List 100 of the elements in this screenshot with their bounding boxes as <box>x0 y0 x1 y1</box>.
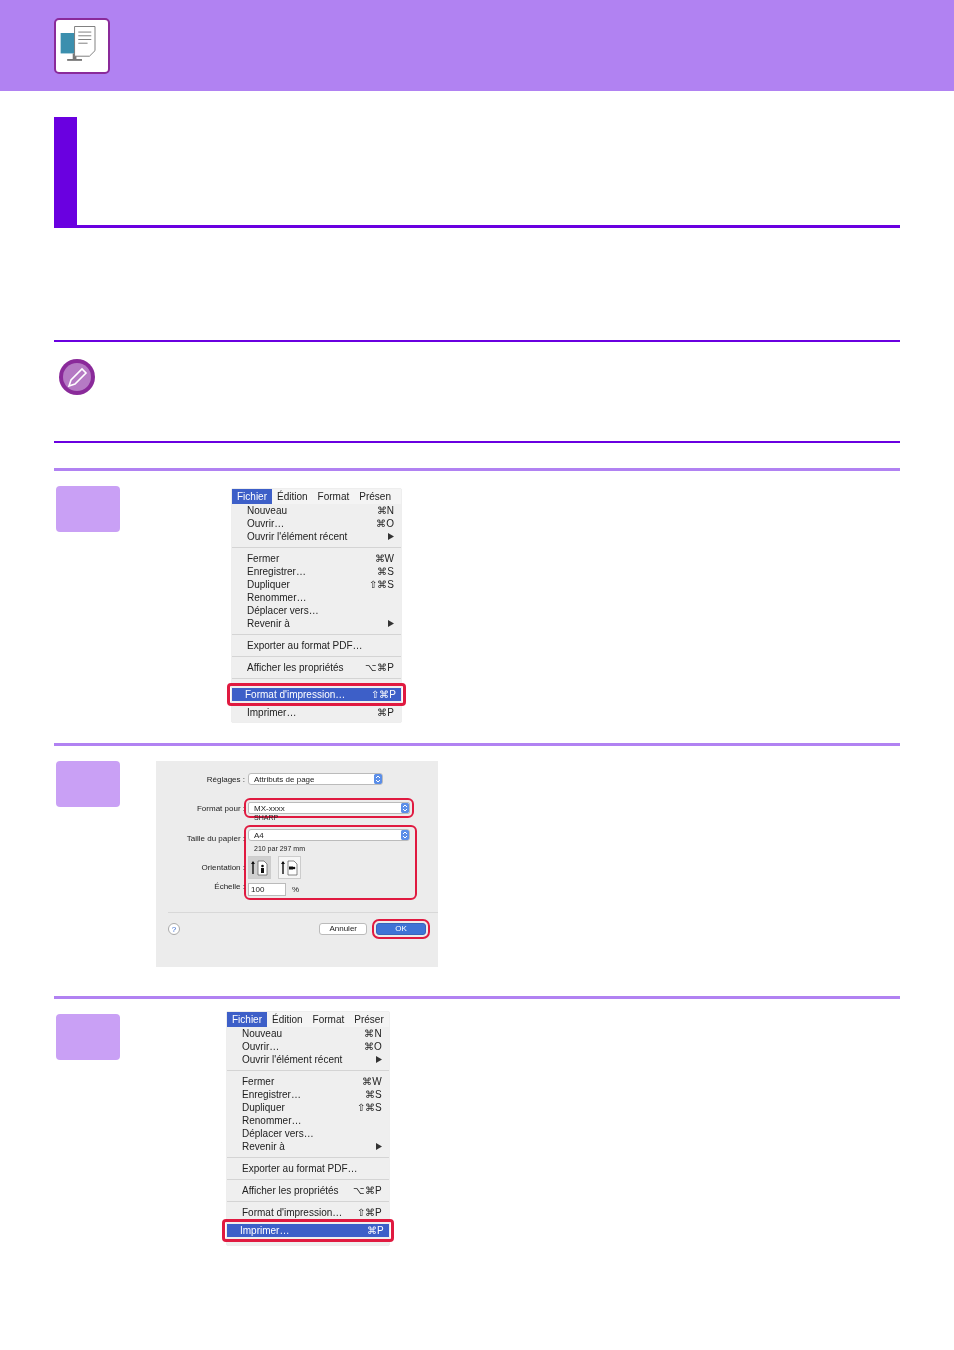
help-button[interactable]: ? <box>168 923 180 935</box>
field-label: Échelle : <box>213 881 246 893</box>
scale-field[interactable]: 100 <box>248 883 286 896</box>
menu-item-label: Renommer… <box>247 592 307 603</box>
shortcut-label: ⌘N <box>364 1028 382 1039</box>
shortcut-label: ⌘S <box>377 566 394 577</box>
shortcut-label: ⌥⌘P <box>365 662 394 673</box>
menu-item-label: Afficher les propriétés <box>247 662 344 673</box>
menu-item[interactable]: Exporter au format PDF… <box>232 639 401 652</box>
menu-item[interactable]: Dupliquer ⇧⌘S <box>232 578 401 591</box>
shortcut-label: ⌘O <box>363 1041 382 1052</box>
shortcut-label: ⌘O <box>376 518 394 529</box>
shortcut-label: ⌘N <box>376 505 394 516</box>
menu-item[interactable]: Renommer… <box>227 1114 389 1127</box>
pencil-icon <box>58 358 96 396</box>
shortcut-label: ⌘P <box>377 707 394 718</box>
menu-item-label: Exporter au format PDF… <box>242 1163 358 1174</box>
shortcut-label: ⌘S <box>365 1089 382 1100</box>
field-label: Taille du papier : <box>185 833 246 845</box>
menu-item[interactable]: Ouvrir l'élément récent <box>232 530 401 543</box>
menu-item[interactable]: Nouveau ⌘N <box>227 1027 389 1040</box>
menu-item[interactable]: Revenir à <box>232 617 401 630</box>
orientation-icon <box>281 859 298 876</box>
menu-item[interactable]: Déplacer vers… <box>227 1127 389 1140</box>
menu-item-label: Exporter au format PDF… <box>247 640 363 651</box>
menu-item-label: Déplacer vers… <box>242 1128 314 1139</box>
portrait-button[interactable] <box>248 856 271 879</box>
shortcut-label: ⌘W <box>362 1076 382 1087</box>
computer-document-icon <box>54 17 110 74</box>
menu-item[interactable]: Afficher les propriétés ⌥⌘P <box>232 661 401 674</box>
menu-item-label: Afficher les propriétés <box>242 1185 339 1196</box>
triangle-icon <box>375 1143 382 1150</box>
step-badge <box>56 1014 120 1060</box>
menu-title[interactable]: Format <box>312 489 355 504</box>
stepper-icon <box>401 830 409 840</box>
menu-item-label: Fermer <box>242 1076 275 1087</box>
menu-item[interactable]: Imprimer… ⌘P <box>232 706 401 719</box>
menu-item[interactable]: Nouveau ⌘N <box>232 504 401 517</box>
menu-item[interactable]: Enregistrer… ⌘S <box>227 1088 389 1101</box>
shortcut-label: ⌘P <box>367 1225 384 1236</box>
menu-item-label: Enregistrer… <box>242 1089 301 1100</box>
landscape-button[interactable] <box>278 856 301 879</box>
menu-item-label: Ouvrir l'élément récent <box>242 1054 343 1065</box>
menu-item-label: Format d'impression… <box>245 689 346 700</box>
menu-item[interactable]: Afficher les propriétés ⌥⌘P <box>227 1184 389 1197</box>
menu-item-label: Nouveau <box>242 1028 283 1039</box>
menu-title[interactable]: Format <box>307 1012 350 1027</box>
menu-title[interactable]: Édition <box>272 489 313 504</box>
menu-item-label: Fermer <box>247 553 280 564</box>
field-label: Orientation : <box>200 862 246 874</box>
menu-item-label: Enregistrer… <box>247 566 306 577</box>
menu-item[interactable]: Imprimer… ⌘P <box>222 1219 394 1242</box>
menu-item-label: Imprimer… <box>247 707 297 718</box>
triangle-icon <box>388 533 394 540</box>
menu-item[interactable]: Fermer ⌘W <box>227 1075 389 1088</box>
menu-item-label: Déplacer vers… <box>247 605 319 616</box>
menu-item[interactable]: Ouvrir… ⌘O <box>227 1040 389 1053</box>
step-badge <box>56 486 120 532</box>
settings-popup[interactable]: Attributs de page <box>248 773 383 785</box>
popup-value: A4 <box>254 830 264 840</box>
menu-item-label: Renommer… <box>242 1115 302 1126</box>
menu-item-label: Ouvrir… <box>242 1041 280 1052</box>
triangle-icon <box>375 1056 382 1063</box>
shortcut-label: ⇧⌘S <box>369 579 394 590</box>
menu-title[interactable]: Fichier <box>227 1012 267 1027</box>
menu-item[interactable]: Fermer ⌘W <box>232 552 401 565</box>
menu-item-label: Nouveau <box>247 505 288 516</box>
menu-item[interactable]: Format d'impression… ⇧⌘P <box>227 683 406 706</box>
menu-title[interactable]: Édition <box>267 1012 308 1027</box>
triangle-icon <box>388 620 394 627</box>
menu-item[interactable]: Ouvrir… ⌘O <box>232 517 401 530</box>
menu-item[interactable]: Revenir à <box>227 1140 389 1153</box>
unit-label: % <box>292 885 300 894</box>
menu-title[interactable]: Présen <box>354 489 396 504</box>
shortcut-label: ⌥⌘P <box>353 1185 382 1196</box>
menu-item[interactable]: Déplacer vers… <box>232 604 401 617</box>
menu-item[interactable]: Format d'impression… ⇧⌘P <box>227 1206 389 1219</box>
shortcut-label: ⇧⌘P <box>371 689 396 700</box>
menu-item-label: Revenir à <box>247 618 290 629</box>
menu-title[interactable]: Fichier <box>232 489 272 504</box>
shortcut-label: ⇧⌘S <box>357 1102 382 1113</box>
cancel-button[interactable]: Annuler <box>319 923 367 935</box>
menu-item-label: Imprimer… <box>240 1225 290 1236</box>
orientation-icon <box>251 859 268 876</box>
menu-item[interactable]: Ouvrir l'élément récent <box>227 1053 389 1066</box>
shortcut-label: ⇧⌘P <box>357 1207 382 1218</box>
menu-item-label: Dupliquer <box>247 579 290 590</box>
field-label: Format pour : <box>196 803 246 813</box>
menu-item[interactable]: Enregistrer… ⌘S <box>232 565 401 578</box>
menu-item[interactable]: Renommer… <box>232 591 401 604</box>
menu-item[interactable]: Exporter au format PDF… <box>227 1162 389 1175</box>
step-badge <box>56 761 120 807</box>
menu-item-label: Ouvrir… <box>247 518 285 529</box>
shortcut-label: ⌘W <box>374 553 394 564</box>
paper-size-popup[interactable]: A4 <box>248 829 410 841</box>
menu-item-label: Revenir à <box>242 1141 285 1152</box>
menu-item-label: Format d'impression… <box>242 1207 343 1218</box>
menu-item[interactable]: Dupliquer ⇧⌘S <box>227 1101 389 1114</box>
menu-title[interactable]: Préser <box>349 1012 389 1027</box>
popup-value: Attributs de page <box>254 774 315 784</box>
